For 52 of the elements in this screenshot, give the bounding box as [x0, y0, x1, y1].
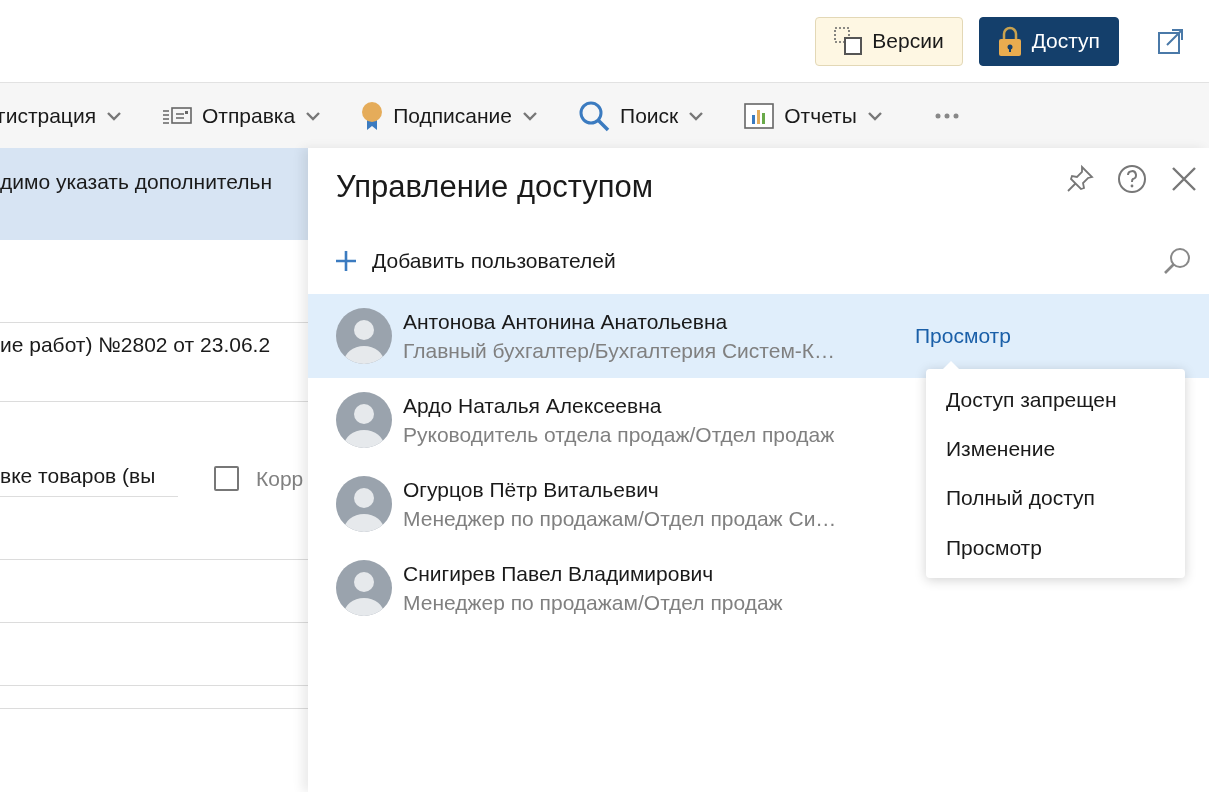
search-button[interactable] [1163, 247, 1191, 275]
toolbar-menu-button[interactable]: Отчеты [744, 99, 883, 132]
help-icon [1117, 164, 1147, 194]
medal-icon [361, 100, 384, 131]
chevron-down-icon [522, 109, 539, 122]
toolbar-menu-button[interactable]: Поиск [578, 99, 705, 132]
document-title: ие работ) №2802 от 23.06.2 [0, 333, 271, 356]
toolbar-menu-button[interactable]: гистрация [0, 99, 122, 132]
pin-button[interactable] [1065, 164, 1095, 194]
envelope-icon [162, 105, 192, 126]
user-name: Снигирев Павел Владимирович [403, 560, 715, 587]
user-name: Огурцов Пётр Витальевич [403, 476, 660, 503]
avatar [336, 560, 392, 616]
user-position: Менеджер по продажам/Отдел продаж Си… [403, 506, 838, 532]
lock-icon [997, 26, 1022, 56]
user-name: Ардо Наталья Алексеевна [403, 392, 663, 419]
user-name: Антонова Антонина Анатольевна [403, 308, 729, 335]
chevron-down-icon [106, 109, 122, 122]
text-field[interactable]: вке товаров (вы [0, 460, 178, 497]
toolbar-menu-button[interactable]: Отправка [162, 99, 322, 132]
chevron-down-icon [866, 109, 883, 122]
search-icon [1163, 247, 1191, 275]
menu-item[interactable]: Полный доступ [926, 473, 1185, 523]
more-icon [934, 112, 959, 119]
external-icon [1157, 27, 1185, 55]
help-button[interactable] [1117, 164, 1147, 194]
panel-title: Управление доступом [336, 169, 654, 204]
avatar [336, 476, 392, 532]
info-banner: димо указать дополнительн [0, 148, 308, 240]
menu-item[interactable]: Просмотр [926, 522, 1185, 572]
plus-icon [336, 251, 356, 271]
chevron-down-icon [688, 109, 705, 122]
menu-item[interactable]: Доступ запрещен [926, 375, 1185, 425]
chart-icon [744, 102, 775, 129]
menu-item[interactable]: Изменение [926, 424, 1185, 474]
open-external-button[interactable] [1157, 27, 1185, 55]
avatar [336, 392, 392, 448]
more-button[interactable] [934, 112, 959, 119]
chevron-down-icon [305, 109, 322, 122]
access-button[interactable]: Доступ [978, 16, 1119, 66]
access-level-link[interactable]: Просмотр [915, 320, 1011, 352]
user-position: Руководитель отдела продаж/Отдел продаж [403, 422, 836, 448]
checkbox[interactable] [214, 465, 239, 491]
toolbar-menu-button[interactable]: Подписание [361, 99, 539, 132]
versions-button[interactable]: Версии [815, 16, 963, 66]
add-users-button[interactable]: Добавить пользователей [336, 245, 616, 277]
search-icon [578, 99, 611, 132]
pin-icon [1065, 164, 1095, 194]
checkbox-label: Корр [256, 465, 304, 492]
copies-icon [834, 27, 863, 55]
user-position: Главный бухгалтер/Бухгалтерия Систем-К… [403, 338, 837, 364]
user-position: Менеджер по продажам/Отдел продаж [403, 590, 784, 616]
